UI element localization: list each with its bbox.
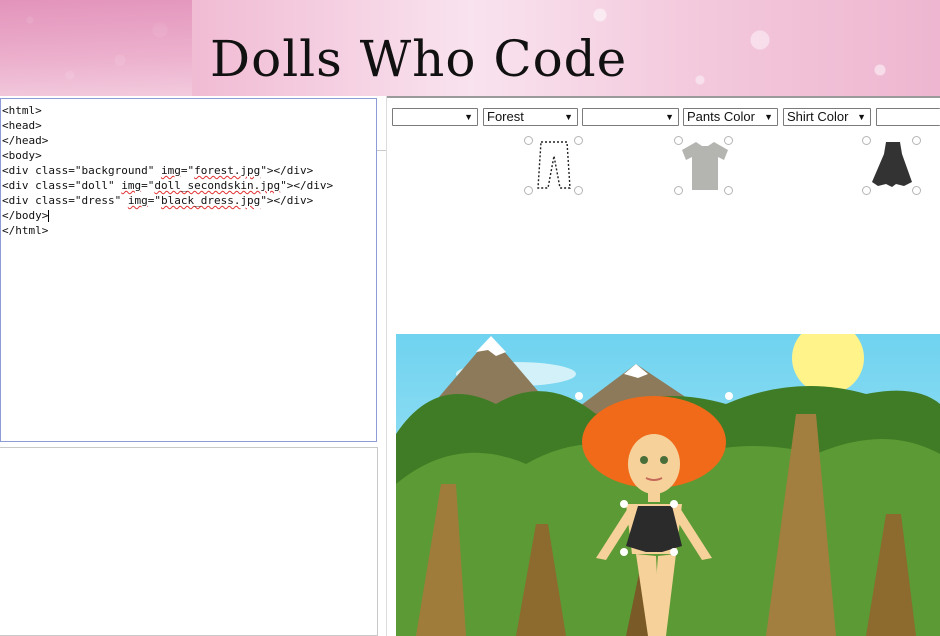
select-dropdown-6[interactable] xyxy=(876,108,940,126)
code-line: <body> xyxy=(2,149,42,162)
code-text[interactable]: <html> <head> </head> <body> <div class="bac… xyxy=(1,99,376,238)
panel-separator xyxy=(386,96,387,636)
select-value: Pants Color xyxy=(687,109,755,124)
dropdown-arrow-icon: ▼ xyxy=(464,112,473,122)
spellcheck-underline: img xyxy=(160,164,181,177)
spellcheck-underline: img xyxy=(121,179,142,192)
select-dropdown-1[interactable]: ▼ xyxy=(392,108,478,126)
output-panel xyxy=(0,447,378,636)
code-line-text: </body> xyxy=(2,209,49,222)
spellcheck-underline: img xyxy=(127,194,148,207)
resize-handle[interactable] xyxy=(862,136,871,145)
code-line: <head> xyxy=(2,119,42,132)
code-line: </html> xyxy=(2,224,49,237)
dress-thumbnail[interactable] xyxy=(862,136,924,196)
preview-top-border xyxy=(387,96,940,98)
dropdown-arrow-icon: ▼ xyxy=(764,112,773,122)
banner-decoration xyxy=(0,0,192,96)
spellcheck-underline: forest.jpg xyxy=(194,164,261,177)
dropdown-arrow-icon: ▼ xyxy=(857,112,866,122)
resize-handle[interactable] xyxy=(912,136,921,145)
header-banner: Dolls Who Code xyxy=(0,0,940,96)
background-select[interactable]: Forest ▼ xyxy=(483,108,578,126)
resize-handle[interactable] xyxy=(524,136,533,145)
spellcheck-underline: doll_secondskin.jpg xyxy=(154,179,281,192)
code-line: </head> xyxy=(2,134,49,147)
code-line: <div class="dress" img="black_dress.jpg"… xyxy=(2,194,314,207)
resize-handle[interactable] xyxy=(674,136,683,145)
code-line: <html> xyxy=(2,104,42,117)
select-value: Shirt Color xyxy=(787,109,849,124)
pants-thumbnail[interactable] xyxy=(524,136,584,196)
resize-handle[interactable] xyxy=(912,186,921,195)
code-line: <div class="doll" img="doll_secondskin.j… xyxy=(2,179,334,192)
text-cursor xyxy=(48,210,50,222)
resize-handle[interactable] xyxy=(724,186,733,195)
dressup-scene[interactable] xyxy=(396,334,940,636)
resize-handle[interactable] xyxy=(524,186,533,195)
pants-color-select[interactable]: Pants Color ▼ xyxy=(683,108,778,126)
resize-handle[interactable] xyxy=(574,136,583,145)
dropdown-arrow-icon: ▼ xyxy=(665,112,674,122)
select-dropdown-3[interactable]: ▼ xyxy=(582,108,679,126)
forest-background-image xyxy=(396,334,940,636)
spellcheck-underline: black_dress.jpg xyxy=(160,194,261,207)
resize-handle[interactable] xyxy=(862,186,871,195)
code-line: <div class="background" img="forest.jpg"… xyxy=(2,164,314,177)
code-line-cursor: </body> xyxy=(2,208,376,223)
dropdown-arrow-icon: ▼ xyxy=(564,112,573,122)
page-title: Dolls Who Code xyxy=(210,30,628,88)
resize-handle[interactable] xyxy=(574,186,583,195)
resize-handle[interactable] xyxy=(724,136,733,145)
shirt-thumbnail[interactable] xyxy=(674,136,736,196)
shirt-color-select[interactable]: Shirt Color ▼ xyxy=(783,108,871,126)
code-editor[interactable]: <html> <head> </head> <body> <div class="bac… xyxy=(0,98,377,442)
select-value: Forest xyxy=(487,109,524,124)
resize-handle[interactable] xyxy=(674,186,683,195)
